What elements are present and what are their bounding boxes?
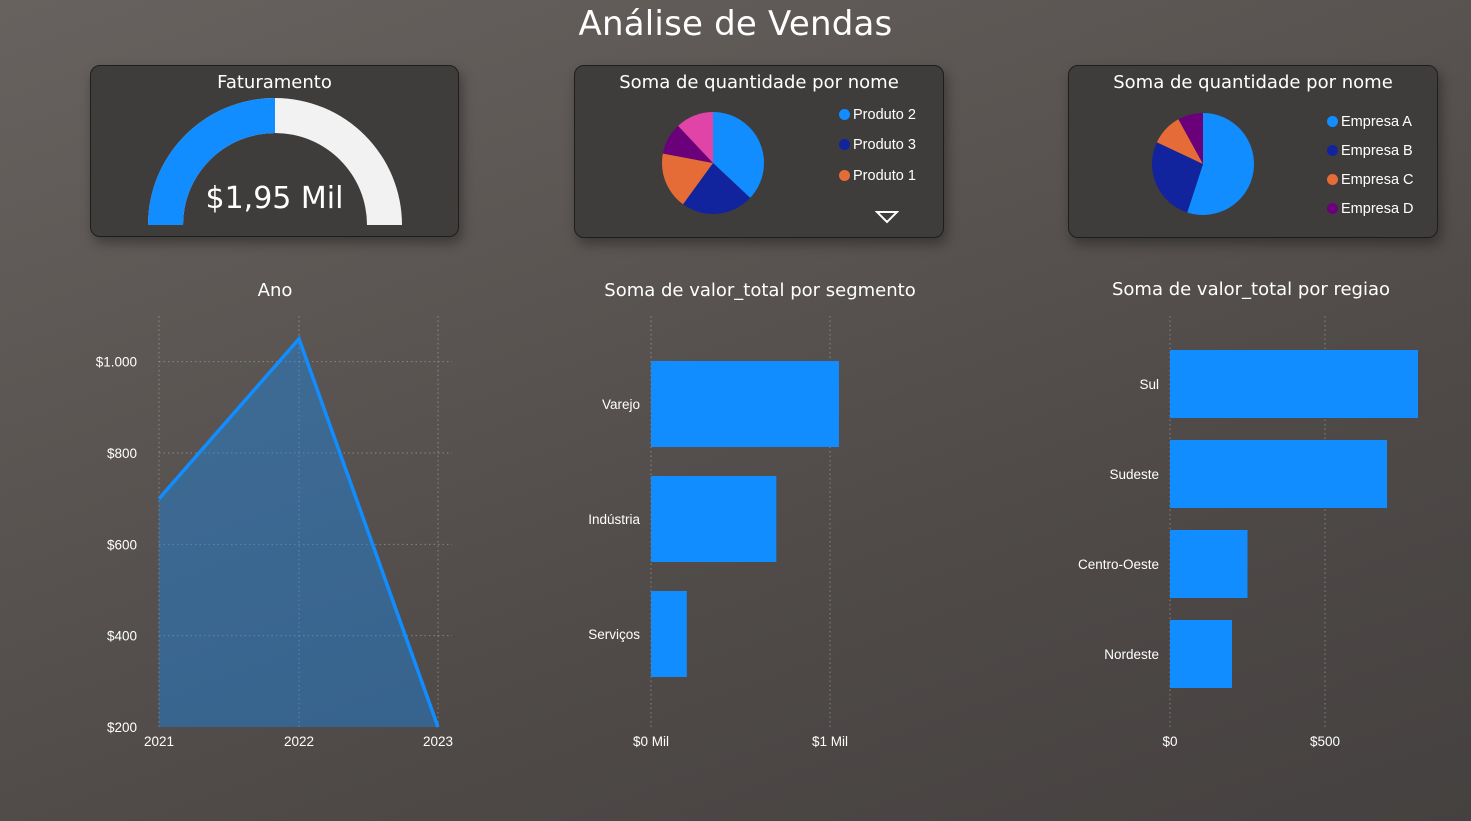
legend-label: Empresa A — [1341, 113, 1412, 130]
legend-dot — [1327, 203, 1338, 214]
x-tick-label: 2021 — [144, 734, 174, 749]
bar-sul[interactable] — [1170, 350, 1418, 418]
legend-dot — [839, 109, 850, 120]
legend-label: Empresa D — [1341, 200, 1414, 217]
legend-item-empresa-c[interactable]: Empresa C — [1327, 165, 1414, 194]
legend-label: Produto 3 — [853, 136, 916, 153]
legend-label: Produto 2 — [853, 106, 916, 123]
y-tick-label: $1.000 — [96, 355, 137, 370]
bar-industria[interactable] — [651, 476, 777, 562]
chevron-down-icon[interactable] — [875, 210, 899, 224]
x-tick-label: $0 Mil — [633, 734, 669, 749]
bar-sudeste[interactable] — [1170, 440, 1387, 508]
legend-item-empresa-d[interactable]: Empresa D — [1327, 194, 1414, 223]
bar-servicos[interactable] — [651, 591, 687, 677]
category-label: Serviços — [588, 627, 640, 642]
category-label: Indústria — [588, 512, 640, 527]
y-tick-label: $200 — [107, 720, 137, 735]
area-chart[interactable]: $200 $400 $600 $800 $1.000 2021 2022 2023 — [60, 300, 480, 770]
x-tick-label: 2023 — [423, 734, 453, 749]
pie-card-companies[interactable]: Soma de quantidade por nome Empresa A Em… — [1068, 65, 1438, 238]
gauge-value-label: $1,95 Mil — [205, 181, 344, 216]
legend-dot — [839, 170, 850, 181]
legend-dot — [839, 139, 850, 150]
category-label: Varejo — [602, 397, 640, 412]
legend-label: Produto 1 — [853, 167, 916, 184]
legend-item-produto-1[interactable]: Produto 1 — [839, 161, 916, 190]
bar-chart-segment[interactable]: $0 Mil $1 Mil Varejo Indústria Serviços — [540, 300, 960, 770]
category-label: Sudeste — [1109, 467, 1159, 482]
bar-region-title: Soma de valor_total por regiao — [1111, 279, 1391, 300]
y-tick-label: $600 — [107, 537, 137, 552]
bar-chart-region[interactable]: $0 $500 Sul Sudeste Centro-Oeste Nordeste — [1040, 300, 1460, 770]
legend-dot — [1327, 174, 1338, 185]
bar-varejo[interactable] — [651, 361, 839, 447]
pie-card-products[interactable]: Soma de quantidade por nome Produto 2 Pr… — [574, 65, 944, 238]
legend-dot — [1327, 145, 1338, 156]
pie-companies-legend: Empresa A Empresa B Empresa C Empresa D — [1327, 107, 1414, 223]
legend-item-empresa-b[interactable]: Empresa B — [1327, 136, 1414, 165]
bar-centro-oeste[interactable] — [1170, 530, 1248, 598]
gauge-card[interactable]: Faturamento $1,95 Mil — [90, 65, 459, 237]
area-fill — [159, 338, 438, 727]
bar-nordeste[interactable] — [1170, 620, 1232, 688]
page-title: Análise de Vendas — [578, 4, 893, 44]
category-label: Sul — [1139, 377, 1159, 392]
y-tick-label: $400 — [107, 629, 137, 644]
x-tick-label: $0 — [1162, 734, 1177, 749]
legend-dot — [1327, 116, 1338, 127]
bar-segment-title: Soma de valor_total por segmento — [604, 280, 916, 301]
x-tick-label: $500 — [1310, 734, 1340, 749]
area-chart-title: Ano — [257, 280, 293, 301]
legend-label: Empresa C — [1341, 171, 1414, 188]
x-tick-label: 2022 — [284, 734, 314, 749]
legend-item-produto-3[interactable]: Produto 3 — [839, 130, 916, 159]
pie-products-legend: Produto 2 Produto 3 Produto 1 — [839, 100, 916, 190]
legend-label: Empresa B — [1341, 142, 1413, 159]
category-label: Centro-Oeste — [1078, 557, 1159, 572]
y-tick-label: $800 — [107, 446, 137, 461]
legend-item-empresa-a[interactable]: Empresa A — [1327, 107, 1414, 136]
legend-item-produto-2[interactable]: Produto 2 — [839, 100, 916, 129]
x-tick-label: $1 Mil — [812, 734, 848, 749]
category-label: Nordeste — [1104, 647, 1159, 662]
